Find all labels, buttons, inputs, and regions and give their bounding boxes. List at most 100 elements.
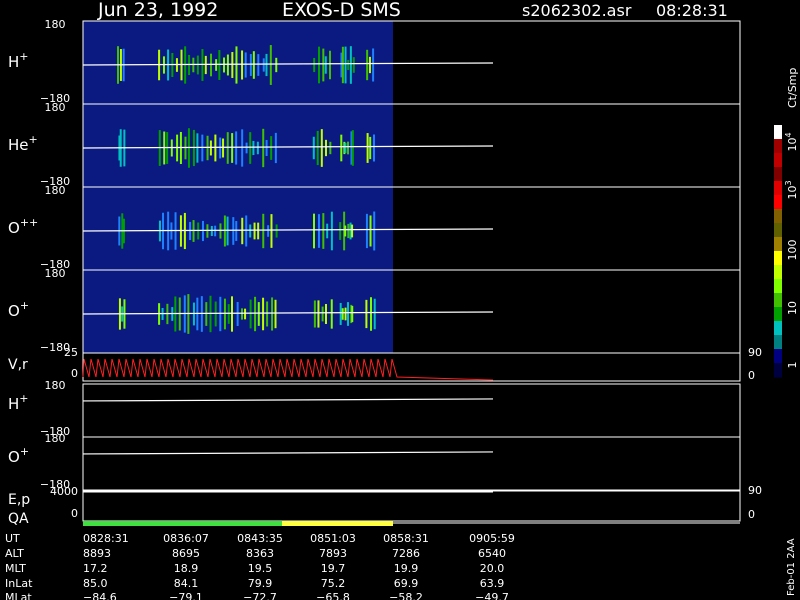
count-burst (214, 134, 217, 162)
count-burst (275, 224, 278, 238)
count-burst (219, 223, 222, 239)
count-burst (347, 302, 350, 326)
ep-right-tick-bottom: 0 (748, 508, 755, 521)
colorbar-swatch (774, 265, 782, 280)
count-burst (329, 50, 332, 80)
line-panel-0: 180−180H+ (8, 379, 741, 438)
panel-frame (82, 436, 741, 491)
count-burst (236, 301, 239, 326)
count-burst (330, 211, 333, 251)
count-burst (210, 225, 213, 237)
count-burst (222, 138, 225, 158)
count-burst (252, 140, 255, 156)
count-burst (271, 297, 274, 331)
count-burst (341, 46, 344, 84)
colorbar-swatch (774, 279, 782, 294)
count-burst (231, 133, 234, 163)
count-burst (368, 56, 371, 74)
count-burst (339, 222, 342, 240)
footer-note: Feb-01 2AA (786, 538, 797, 596)
species-label: H+ (8, 392, 29, 413)
qa-segment (282, 521, 393, 526)
count-burst (226, 54, 229, 76)
ephemeris-cell: 19.9 (394, 562, 419, 575)
count-burst (349, 46, 352, 84)
vr-left-tick-bottom: 0 (71, 367, 78, 380)
count-burst (352, 57, 355, 73)
count-burst (330, 299, 333, 329)
sms-plot: Jun 23, 1992 EXOS-D SMS s2062302.asr 08:… (0, 0, 800, 600)
pitch-angle-trace (82, 398, 494, 402)
ephemeris-cell: 0843:35 (237, 532, 283, 545)
ephemeris-cell: 63.9 (480, 577, 505, 590)
count-burst (245, 215, 248, 247)
ephemeris-cell: −49.7 (475, 591, 509, 600)
ephemeris-cell: −79.1 (169, 591, 203, 600)
count-burst (209, 140, 212, 156)
count-burst (369, 215, 372, 247)
count-burst (241, 129, 244, 167)
ephemeris-cell: −58.2 (389, 591, 423, 600)
panel-o-3: 180−180O+ (8, 267, 741, 354)
ephemeris-cell: 18.9 (174, 562, 199, 575)
colorbar-swatch (774, 223, 782, 238)
colorbar-swatch (774, 125, 782, 140)
ep-left-tick-bottom: 0 (71, 507, 78, 520)
count-burst (324, 139, 327, 157)
count-burst (267, 225, 270, 237)
count-burst (344, 225, 347, 237)
colorbar-swatch (774, 209, 782, 224)
count-burst (312, 136, 315, 160)
count-burst (351, 130, 354, 166)
count-burst (313, 300, 316, 328)
count-burst (241, 217, 244, 245)
count-burst (326, 223, 329, 239)
header-instrument: EXOS-D SMS (282, 0, 401, 21)
ytick-top: 180 (45, 432, 66, 445)
count-burst (257, 302, 260, 326)
count-burst (322, 48, 325, 82)
colorbar-tick: 10 (786, 301, 799, 315)
colorbar-swatch (774, 349, 782, 364)
count-burst (214, 301, 217, 327)
count-burst (245, 142, 248, 154)
ephemeris-cell: 7286 (392, 547, 420, 560)
spectrogram-bg (83, 104, 393, 187)
count-burst (206, 135, 209, 161)
ephemeris-cell: 75.2 (321, 577, 346, 590)
species-label: He+ (8, 133, 38, 154)
species-label: O++ (8, 216, 38, 237)
count-burst (322, 213, 325, 249)
colorbar-swatch (774, 321, 782, 336)
count-burst (253, 222, 256, 240)
ephemeris-cell: 69.9 (394, 577, 419, 590)
ephemeris-cell: −72.7 (243, 591, 277, 600)
count-burst (366, 133, 369, 163)
ephemeris-cell: 0836:07 (163, 532, 209, 545)
colorbar-swatch (774, 153, 782, 168)
panel-he-1: 180−180He+ (8, 101, 741, 188)
species-label: O+ (8, 445, 29, 466)
vr-left-tick-top: 25 (64, 346, 78, 359)
ephemeris-cell: −84.6 (83, 591, 117, 600)
count-burst (270, 214, 273, 248)
ephemeris-cell: 20.0 (480, 562, 505, 575)
ephemeris-cell: 8695 (172, 547, 200, 560)
panel-frame (82, 490, 741, 522)
count-burst (262, 213, 265, 249)
count-burst (366, 49, 369, 81)
colorbar-tick-label: 104 (784, 132, 799, 151)
qa-segment (83, 521, 282, 526)
count-burst (227, 304, 230, 324)
count-burst (339, 303, 342, 325)
colorbar-swatch (774, 167, 782, 182)
count-burst (244, 308, 247, 320)
ephemeris-cell: 0905:59 (469, 532, 515, 545)
count-burst (344, 142, 347, 154)
count-burst (313, 57, 316, 73)
colorbar-swatch (774, 195, 782, 210)
count-burst (275, 57, 278, 73)
qa-label: QA (8, 511, 29, 527)
count-burst (274, 132, 277, 164)
ephemeris-cell: 19.5 (248, 562, 273, 575)
